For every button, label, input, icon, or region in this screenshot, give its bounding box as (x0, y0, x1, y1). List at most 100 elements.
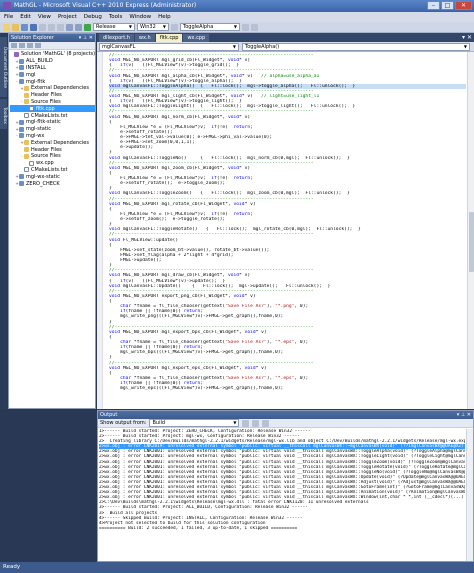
solution-explorer-icon[interactable] (242, 23, 249, 31)
close-document-icon[interactable]: ▾ ✕ (462, 33, 472, 42)
tree-item-label: CMakeLists.txt (31, 166, 68, 173)
save-icon[interactable] (21, 23, 28, 31)
tree-item-label: Source Files (31, 98, 61, 105)
tree-item[interactable]: wx.cpp (10, 160, 95, 167)
tree-item[interactable]: Solution 'MathGL' (8 projects) (10, 51, 95, 58)
tree-item[interactable]: + mgl-wx-static (10, 173, 95, 180)
tree-item-label: Header Files (31, 92, 62, 99)
menu-help[interactable]: Help (158, 14, 171, 20)
cut-icon[interactable] (39, 23, 46, 31)
code-line: mgl_write_eps(((Fl_MGLView*)v)->FMGL->ge… (109, 386, 284, 392)
tree-item[interactable]: Header Files (10, 92, 95, 99)
document-tab[interactable]: fltk.cpp (155, 34, 183, 42)
menu-project[interactable]: Project (58, 14, 77, 20)
menu-edit[interactable]: Edit (20, 14, 31, 20)
chevron-down-icon: ▼ (233, 24, 237, 29)
show-output-label: Show output from: (100, 420, 147, 426)
solution-explorer-panel: Solution Explorer ▾ ⊥ ✕ Solution 'MathGL… (8, 33, 96, 409)
tree-item[interactable]: fltk.cpp (10, 105, 95, 113)
code-area[interactable]: //--------------------------------------… (97, 52, 474, 409)
refresh-icon[interactable] (27, 43, 33, 48)
tree-item[interactable]: + mgl-static (10, 126, 95, 133)
scrollbar-thumb[interactable] (469, 212, 474, 272)
tab-toolbox[interactable]: Toolbox (0, 99, 7, 129)
class-value: mglCanvasFL (102, 44, 136, 50)
platform-value: Win32 (140, 24, 156, 30)
output-line[interactable]: 2>wx.obj : error LNK2001: unresolved ext… (99, 454, 465, 459)
pin-icon[interactable]: ▾ ⊥ ✕ (79, 34, 93, 42)
tree-item[interactable]: - Source Files (10, 99, 95, 106)
document-tab[interactable]: wx.h (134, 34, 155, 42)
tree-item[interactable]: - mgl-wx (10, 133, 95, 140)
close-button[interactable]: ✕ (455, 1, 472, 10)
menu-debug[interactable]: Debug (84, 14, 102, 20)
chevron-down-icon: ▼ (232, 44, 236, 49)
tree-item-label: mgl-wx-static (26, 173, 60, 180)
open-file-icon[interactable] (12, 23, 19, 31)
word-wrap-icon[interactable] (262, 419, 270, 427)
status-text: Ready (3, 564, 21, 570)
tree-item[interactable]: + mgl-fltk-static (10, 119, 95, 126)
paste-icon[interactable] (57, 23, 64, 31)
minimize-button[interactable]: – (427, 1, 440, 10)
tree-item[interactable]: + ALL_BUILD (10, 58, 95, 65)
save-all-icon[interactable] (30, 23, 37, 31)
outlining-margin[interactable] (103, 52, 108, 409)
tree-item[interactable]: CMakeLists.txt (10, 167, 95, 174)
output-source-select[interactable]: Build ▼ (149, 419, 240, 427)
member-select[interactable]: ToggleAlpha() ▼ (242, 43, 470, 51)
title-bar: MathGL - Microsoft Visual C++ 2010 Expre… (0, 0, 474, 12)
tree-item-label: mgl-fltk-static (26, 119, 61, 126)
tree-item-label: mgl-fltk (26, 78, 46, 85)
folder-icon (24, 147, 29, 153)
folder-icon (24, 140, 29, 146)
output-header: Output ▾ ⊥ ✕ (98, 411, 473, 419)
document-tab[interactable]: wx.cpp (183, 34, 210, 42)
tree-item[interactable]: + ZERO_CHECK (10, 180, 95, 187)
redo-icon[interactable] (75, 23, 82, 31)
member-value: ToggleAlpha() (245, 44, 280, 50)
new-project-icon[interactable] (3, 23, 10, 31)
tree-item[interactable]: - mgl-fltk (10, 78, 95, 85)
class-select[interactable]: mglCanvasFL ▼ (99, 43, 239, 51)
document-tab[interactable]: dllexport.h (99, 34, 134, 42)
properties-icon[interactable] (11, 43, 17, 48)
tree-item[interactable]: Header Files (10, 146, 95, 153)
view-class-diagram-icon[interactable] (35, 43, 41, 48)
project-icon (19, 126, 24, 132)
find-input[interactable]: ToggleAlpha ▼ (180, 23, 240, 31)
clear-all-icon[interactable] (252, 419, 260, 427)
tree-item[interactable]: CMakeLists.txt (10, 112, 95, 119)
menu-file[interactable]: File (4, 14, 13, 20)
menu-tools[interactable]: Tools (109, 14, 123, 20)
tree-item-label: mgl-wx (26, 132, 45, 139)
find-icon[interactable] (171, 23, 178, 31)
platform-select[interactable]: Win32 ▼ (137, 23, 169, 31)
go-to-next-message-icon[interactable] (242, 419, 250, 427)
tree-item[interactable]: + mgl (10, 71, 95, 78)
start-debugging-icon[interactable] (84, 23, 91, 31)
properties-icon[interactable] (251, 23, 258, 31)
output-line[interactable]: 2>wx.obj : error LNK2001: unresolved ext… (99, 465, 465, 470)
tree-item[interactable]: + External Dependencies (10, 85, 95, 92)
show-all-files-icon[interactable] (19, 43, 25, 48)
pin-icon[interactable]: ▾ ⊥ ✕ (457, 411, 471, 419)
output-scrollbar[interactable] (466, 429, 473, 561)
configuration-select[interactable]: Release ▼ (93, 23, 135, 31)
output-line[interactable]: 2>wx.obj : error LNK2001: unresolved ext… (99, 460, 465, 465)
maximize-button[interactable]: □ (441, 1, 454, 10)
tree-item[interactable]: + External Dependencies (10, 139, 95, 146)
copy-icon[interactable] (48, 23, 55, 31)
output-text[interactable]: 1>------ Build started: Project: ZERO_CH… (99, 429, 465, 560)
menu-window[interactable]: Window (129, 14, 151, 20)
tree-item[interactable]: - Source Files (10, 153, 95, 160)
output-line[interactable]: ========== Build: 2 succeeded, 1 failed,… (99, 526, 465, 531)
tab-document-outline[interactable]: Document Outline (0, 37, 7, 97)
folder-icon (24, 92, 29, 98)
project-icon (19, 58, 24, 64)
menu-view[interactable]: View (38, 14, 51, 20)
tree-item[interactable]: + INSTALL (10, 65, 95, 72)
output-title: Output (100, 412, 118, 418)
editor-scrollbar[interactable] (467, 52, 474, 409)
undo-icon[interactable] (66, 23, 73, 31)
